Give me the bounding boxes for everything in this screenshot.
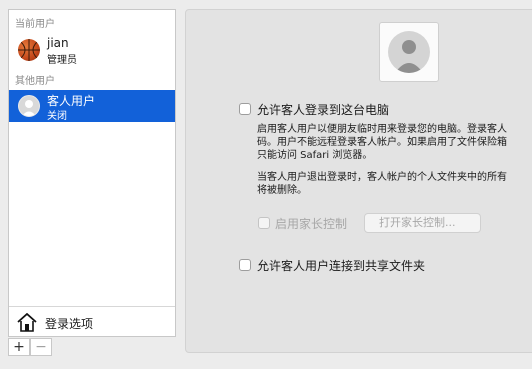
guest-settings-panel: 允许客人登录到这台电脑 启用客人用户以便朋友临时用来登录您的电脑。登录客人 码。… xyxy=(185,9,532,353)
logout-note-line-2: 将被删除。 xyxy=(257,185,307,196)
parental-controls-checkbox[interactable] xyxy=(258,217,270,229)
open-parental-controls-button[interactable]: 打开家长控制... xyxy=(364,213,481,233)
home-icon xyxy=(17,313,37,332)
description-line-1: 启用客人用户以便朋友临时用来登录您的电脑。登录客人 xyxy=(257,124,507,135)
guest-avatar-icon xyxy=(18,95,40,117)
login-options-row[interactable]: 登录选项 xyxy=(9,306,175,337)
current-user-header: 当前用户 xyxy=(15,19,55,30)
user-silhouette-icon xyxy=(388,31,430,73)
description-line-3: 只能访问 Safari 浏览器。 xyxy=(257,150,373,161)
basketball-avatar-icon xyxy=(18,39,40,61)
allow-guest-login-label[interactable]: 允许客人登录到这台电脑 xyxy=(257,101,389,118)
add-remove-bar: + − xyxy=(8,338,176,358)
guest-user-status: 关闭 xyxy=(47,111,67,122)
login-options-label: 登录选项 xyxy=(45,317,94,331)
other-users-header: 其他用户 xyxy=(15,76,55,87)
parental-controls-label[interactable]: 启用家长控制 xyxy=(275,215,347,232)
remove-user-button[interactable]: − xyxy=(30,338,52,356)
allow-guest-login-checkbox[interactable] xyxy=(239,103,251,115)
user-role: 管理员 xyxy=(47,55,77,66)
description-line-2: 码。用户不能远程登录客人帐户。如果启用了文件保险箱 xyxy=(257,137,507,148)
add-user-button[interactable]: + xyxy=(8,338,30,356)
allow-shared-folders-checkbox[interactable] xyxy=(239,259,251,271)
guest-picture[interactable] xyxy=(379,22,439,82)
allow-shared-folders-label[interactable]: 允许客人用户连接到共享文件夹 xyxy=(257,257,425,274)
user-row-guest[interactable]: 客人用户 关闭 xyxy=(9,90,175,122)
logout-note-line-1: 当客人用户退出登录时，客人帐户的个人文件夹中的所有 xyxy=(257,172,507,183)
user-row-jian[interactable]: jian 管理员 xyxy=(9,34,175,66)
user-name: jian xyxy=(47,36,69,50)
users-sidebar: 当前用户 jian 管理员 其他用户 客人用户 关闭 登录选项 xyxy=(8,9,176,337)
